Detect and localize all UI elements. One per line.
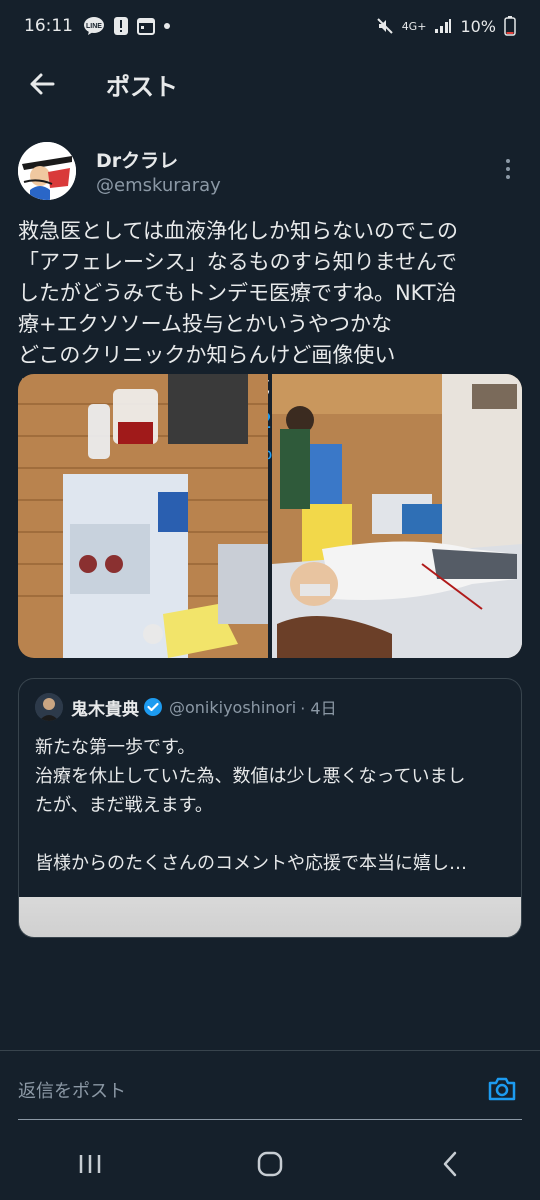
battery-percent: 10% [460,16,496,36]
more-options-button[interactable] [498,154,518,184]
camera-icon [488,1077,516,1101]
author-row: Drクラレ @emskuraray [0,130,540,210]
calendar-icon [137,18,155,35]
mute-icon [376,18,393,34]
back-arrow-icon [30,73,55,95]
verified-badge-icon [143,697,163,717]
page-title: ポスト [106,72,178,101]
author-names: Drクラレ @emskuraray [96,146,221,196]
handle[interactable]: @emskuraray [96,175,221,196]
back-button[interactable] [18,60,66,108]
camera-button[interactable] [486,1073,518,1105]
quote-header: 鬼木貴典 @onikiyoshinori · 4日 [19,679,521,721]
dot-icon [164,23,170,29]
home-button[interactable] [240,1139,300,1189]
system-nav-bar [0,1128,540,1200]
recent-apps-icon [79,1155,101,1173]
status-time: 16:11 [24,16,73,36]
system-back-button[interactable] [420,1139,480,1189]
notification-icons: LINE [83,16,171,36]
line-app-icon: LINE [84,17,104,35]
more-vertical-icon [506,159,510,163]
media-image-2[interactable] [272,374,522,658]
reply-input[interactable]: 返信をポスト [18,1077,126,1103]
media-image-1[interactable] [18,374,268,658]
signal-icon [435,19,452,33]
recent-apps-button[interactable] [60,1139,120,1189]
system-icons: 4G+ 10% [376,16,516,36]
alert-icon [114,17,128,35]
display-name[interactable]: Drクラレ [96,146,221,173]
status-bar: 16:11 LINE 4G+ 10% [0,0,540,52]
network-type: 4G+ [401,19,427,33]
reply-bar: 返信をポスト [0,1050,540,1140]
quote-time: · 4日 [300,699,337,718]
top-bar: ポスト [0,52,540,116]
quote-text: 新たな第一歩です。 治療を休止していた為、数値は少し悪くなっていまし たが、まだ… [35,737,467,874]
reply-divider [18,1119,522,1120]
quote-image [19,897,521,937]
quote-display-name: 鬼木貴典 [71,699,139,720]
quoted-post[interactable]: 鬼木貴典 @onikiyoshinori · 4日 新たな第一歩です。 治療を休… [18,678,522,938]
battery-icon [504,16,516,36]
home-icon [257,1151,283,1177]
quote-avatar [35,693,63,721]
media-grid [18,374,522,658]
quote-handle: @onikiyoshinori [169,697,297,717]
back-icon [443,1151,457,1177]
avatar[interactable] [18,142,76,200]
svg-text:LINE: LINE [86,23,102,30]
